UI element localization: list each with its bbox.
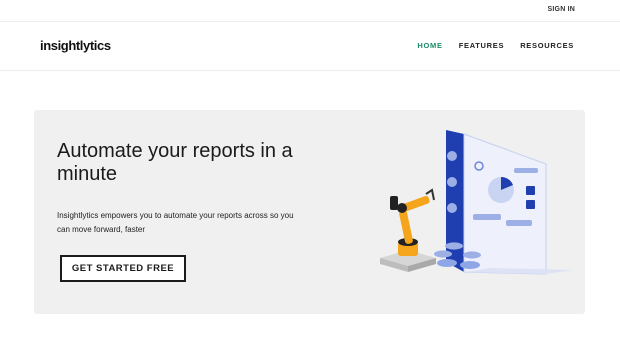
- sign-in-link[interactable]: SIGN IN: [548, 6, 575, 13]
- hero-title: Automate your reports in a minute: [57, 140, 293, 185]
- robot-arm-icon: [380, 188, 436, 272]
- hero-description: Insightlytics empowers you to automate y…: [57, 211, 294, 234]
- nav-item-resources[interactable]: RESOURCES: [520, 41, 574, 50]
- get-started-button[interactable]: GET STARTED FREE: [60, 255, 186, 282]
- main-nav: insightlytics HOME FEATURES RESOURCES: [0, 22, 620, 71]
- nav-item-features[interactable]: FEATURES: [459, 41, 504, 50]
- hero-section: Automate your reports in a minute Insigh…: [34, 110, 585, 314]
- nav-menu: HOME FEATURES RESOURCES: [417, 41, 574, 50]
- robot-dashboard-illustration: [380, 130, 573, 275]
- logo[interactable]: insightlytics: [40, 38, 111, 53]
- top-bar: SIGN IN: [0, 0, 620, 22]
- dashboard-icon: [446, 130, 573, 275]
- nav-item-home[interactable]: HOME: [417, 41, 442, 50]
